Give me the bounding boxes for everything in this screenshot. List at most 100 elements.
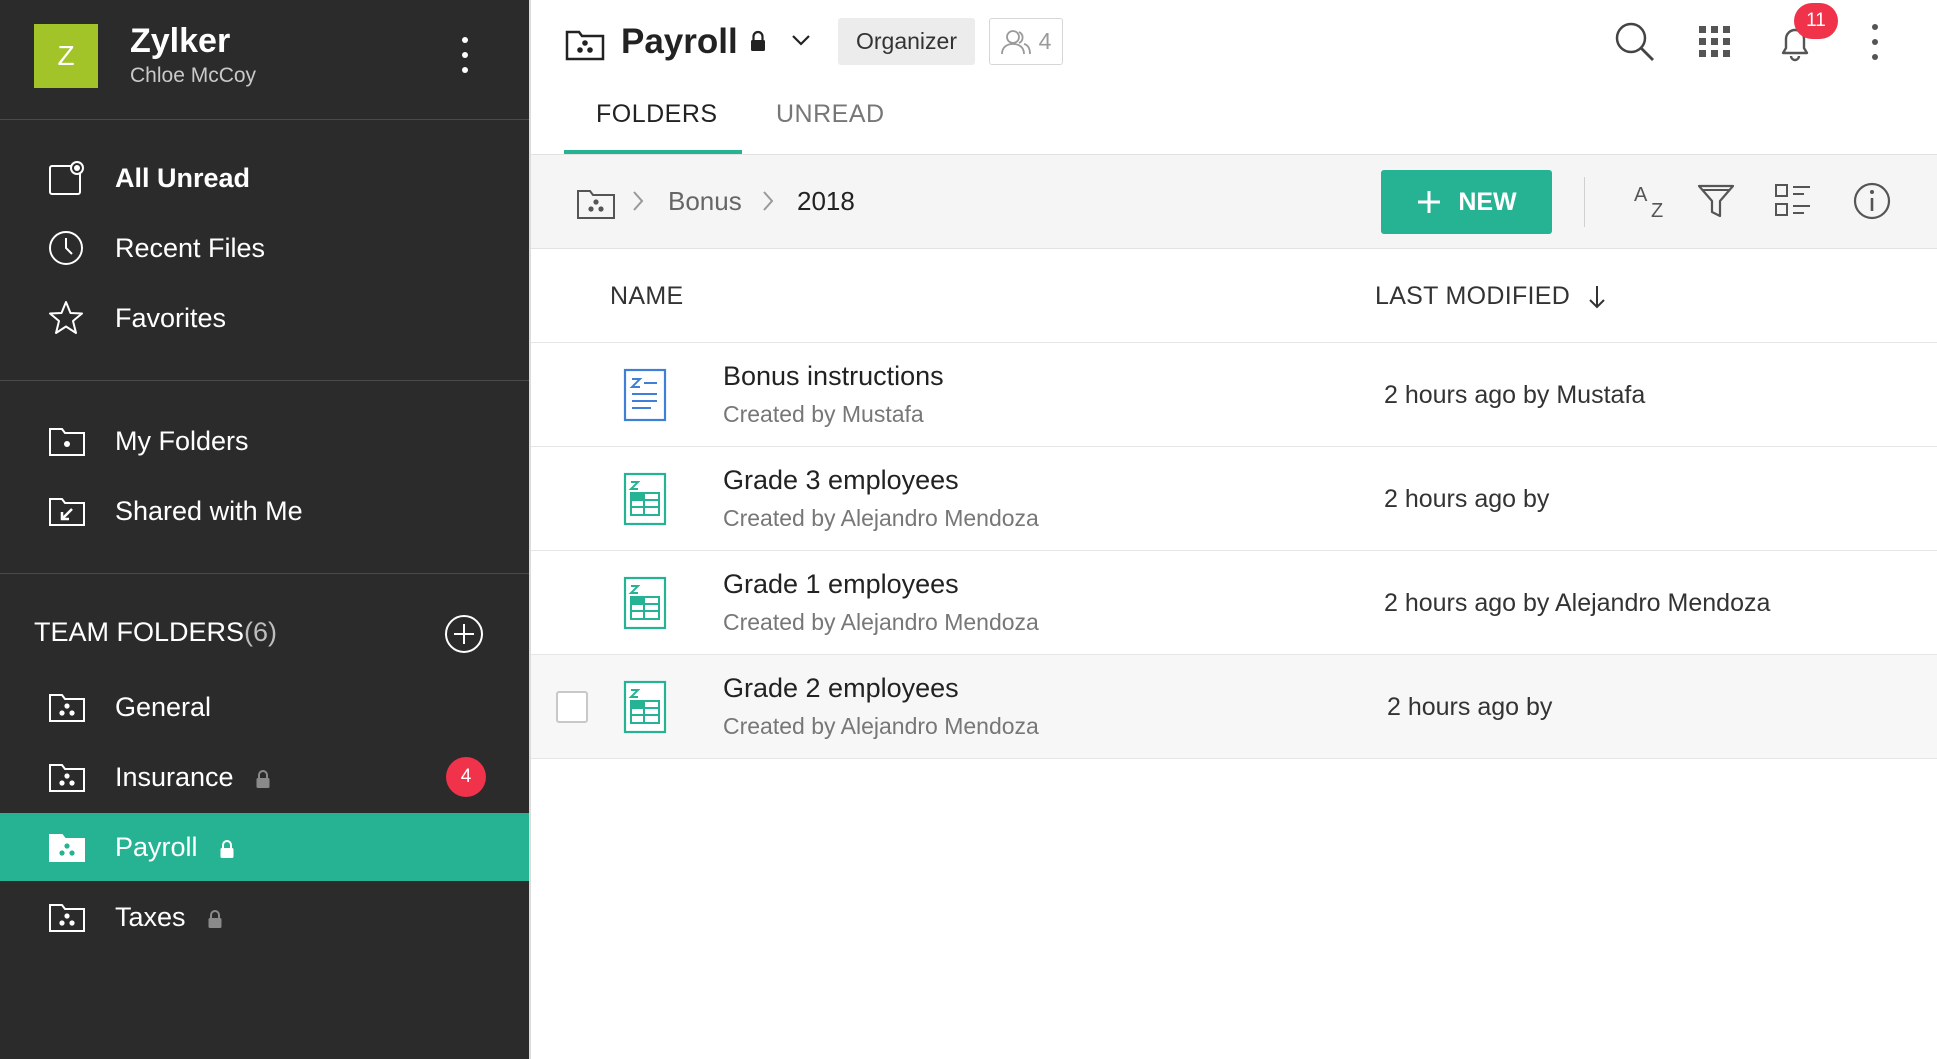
column-header-last-modified[interactable]: LAST MODIFIED (1375, 282, 1607, 311)
table-row[interactable]: Grade 1 employees Created by Alejandro M… (531, 551, 1937, 655)
sidebar-item-my-folders[interactable]: My Folders (0, 407, 529, 475)
team-folders-heading: TEAM FOLDERS(6) (34, 617, 277, 648)
file-name[interactable]: Grade 3 employees (723, 465, 959, 496)
sidebar-item-payroll[interactable]: Payroll (0, 813, 529, 881)
divider (1584, 177, 1585, 227)
info-icon[interactable] (1850, 179, 1894, 223)
file-last-modified: 2 hours ago by Mustafa (1384, 381, 1646, 409)
members-count: 4 (1038, 28, 1052, 54)
sidebar-item-label: Payroll (115, 832, 235, 863)
svg-text:A: A (1634, 184, 1648, 206)
unread-count-badge: 4 (446, 757, 486, 797)
shared-folder-icon (49, 498, 85, 526)
chevron-down-icon[interactable] (791, 33, 811, 47)
user-name: Chloe McCoy (130, 64, 257, 87)
sidebar-item-general[interactable]: General (0, 673, 529, 741)
svg-text:Z: Z (1651, 200, 1663, 222)
file-creator: Created by Alejandro Mendoza (723, 505, 1039, 531)
document-icon (623, 368, 667, 422)
folder-toolbar: Bonus 2018 NEW A Z (531, 155, 1937, 249)
tab-unread[interactable]: UNREAD (776, 100, 885, 129)
search-icon[interactable] (1613, 20, 1657, 64)
spreadsheet-icon (623, 472, 667, 526)
folder-icon (49, 428, 85, 456)
file-last-modified: 2 hours ago by (1387, 693, 1553, 721)
sidebar-item-label: Favorites (115, 303, 227, 333)
plus-icon (1418, 191, 1441, 213)
star-icon (49, 301, 83, 334)
sidebar-item-taxes[interactable]: Taxes (0, 883, 529, 951)
lock-icon (751, 30, 765, 51)
folder-name: Insurance (115, 762, 234, 792)
sidebar-item-favorites[interactable]: Favorites (0, 284, 529, 352)
add-team-folder-icon[interactable] (444, 614, 484, 654)
folder-name: Payroll (115, 832, 198, 862)
workspace-menu-icon[interactable] (455, 37, 475, 73)
column-header-label: LAST MODIFIED (1375, 282, 1571, 310)
sidebar-item-label: Insurance (115, 762, 271, 793)
breadcrumb-current: 2018 (797, 186, 855, 216)
team-folders-label: TEAM FOLDERS (34, 617, 245, 647)
team-folder-icon (565, 30, 605, 61)
sidebar-item-label: All Unread (115, 163, 251, 193)
table-row[interactable]: Grade 2 employees Created by Alejandro M… (531, 655, 1937, 759)
divider (0, 380, 529, 381)
sidebar-item-label: Recent Files (115, 233, 266, 263)
sidebar-item-label: Taxes (115, 902, 223, 933)
table-row[interactable]: Bonus instructions Created by Mustafa 2 … (531, 343, 1937, 447)
team-folder-icon (49, 904, 85, 932)
page-title: Payroll (621, 22, 738, 61)
folder-header: Payroll Organizer 4 11 FOLDERS UNREAD (531, 0, 1937, 155)
file-last-modified: 2 hours ago by (1384, 485, 1550, 513)
lock-icon (208, 909, 222, 928)
workspace-logo[interactable]: Z (34, 24, 98, 88)
file-creator: Created by Alejandro Mendoza (723, 609, 1039, 635)
users-icon (1000, 29, 1031, 54)
sidebar-item-label: General (115, 692, 212, 722)
lock-icon (256, 769, 270, 788)
team-folder-icon (49, 764, 85, 792)
notification-count-badge: 11 (1794, 3, 1838, 39)
apps-grid-icon[interactable] (1693, 20, 1737, 64)
breadcrumb-item[interactable]: Bonus (668, 186, 742, 217)
sidebar: Z Zylker Chloe McCoy All Unread Recent F… (0, 0, 531, 1059)
list-view-icon[interactable] (1771, 179, 1815, 223)
spreadsheet-icon (623, 576, 667, 630)
workspace-name: Zylker (130, 22, 231, 60)
sidebar-item-label: My Folders (115, 426, 249, 456)
divider (0, 573, 529, 574)
active-tab-indicator (564, 150, 742, 154)
team-folder-icon (49, 834, 85, 862)
table-row[interactable]: Grade 3 employees Created by Alejandro M… (531, 447, 1937, 551)
file-creator: Created by Alejandro Mendoza (723, 713, 1039, 739)
file-creator: Created by Mustafa (723, 401, 924, 427)
role-badge: Organizer (838, 18, 975, 65)
chevron-right-icon (633, 191, 644, 211)
chevron-right-icon (763, 191, 774, 211)
team-folder-icon (49, 694, 85, 722)
clock-icon (49, 231, 83, 265)
unread-icon (49, 161, 84, 195)
sidebar-item-shared-with-me[interactable]: Shared with Me (0, 477, 529, 545)
workspace-header: Z Zylker Chloe McCoy (0, 0, 529, 120)
tab-folders[interactable]: FOLDERS (596, 100, 718, 129)
team-folder-icon[interactable] (576, 185, 616, 221)
new-button-label: NEW (1458, 187, 1517, 216)
file-name[interactable]: Grade 2 employees (723, 673, 959, 704)
file-name[interactable]: Bonus instructions (723, 361, 944, 392)
lock-icon (220, 839, 234, 858)
more-options-icon[interactable] (1865, 24, 1885, 60)
sidebar-item-recent-files[interactable]: Recent Files (0, 214, 529, 282)
arrow-down-icon (1589, 286, 1606, 309)
spreadsheet-icon (623, 680, 667, 734)
folder-name: Taxes (115, 902, 186, 932)
filter-icon[interactable] (1694, 179, 1738, 223)
sort-alpha-icon[interactable]: A Z (1631, 179, 1675, 223)
sidebar-item-label: Shared with Me (115, 496, 303, 526)
row-checkbox[interactable] (556, 691, 588, 723)
file-name[interactable]: Grade 1 employees (723, 569, 959, 600)
members-button[interactable]: 4 (989, 18, 1063, 65)
new-button[interactable]: NEW (1381, 170, 1552, 234)
column-header-name[interactable]: NAME (610, 282, 683, 311)
sidebar-item-all-unread[interactable]: All Unread (0, 144, 529, 212)
